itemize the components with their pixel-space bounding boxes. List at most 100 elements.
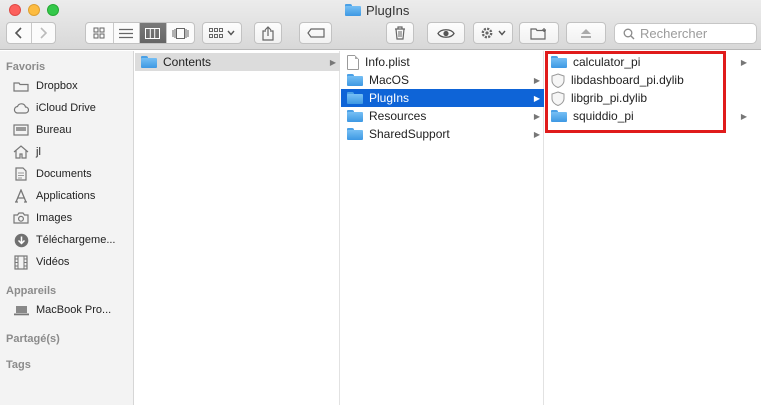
columns-icon: [145, 27, 161, 39]
folder-icon: [345, 4, 361, 16]
move-to-trash-button[interactable]: [386, 22, 414, 44]
new-folder-icon: [530, 27, 546, 40]
list-item-libgrib-pi[interactable]: libgrib_pi.dylib: [545, 89, 751, 107]
home-icon: [12, 144, 30, 160]
list-icon: [119, 28, 134, 38]
list-item-macos[interactable]: MacOS ▶: [341, 71, 544, 89]
eye-icon: [437, 28, 455, 38]
library-shield-icon: [551, 90, 565, 106]
folder-icon: [347, 128, 363, 140]
minimize-window-button[interactable]: [28, 4, 40, 16]
sidebar-item-images[interactable]: Images: [12, 209, 132, 227]
folder-icon: [551, 110, 567, 122]
disclosure-arrow-icon: ▶: [533, 111, 540, 121]
list-item-libdashboard-pi[interactable]: libdashboard_pi.dylib: [545, 71, 751, 89]
folder-icon: [347, 110, 363, 122]
sidebar-item-label: MacBook Pro...: [36, 304, 112, 316]
sidebar-item-videos[interactable]: Vidéos: [12, 253, 132, 271]
cover-flow-button[interactable]: [167, 23, 194, 43]
film-icon: [12, 254, 30, 270]
sidebar-item-label: iCloud Drive: [36, 102, 96, 114]
column-view-button[interactable]: [140, 23, 167, 43]
search-icon: [623, 28, 635, 39]
disclosure-arrow-icon: ▶: [533, 75, 540, 85]
sidebar-section-partages[interactable]: Partagé(s): [6, 333, 60, 345]
browser-column-1: Contents ▶: [135, 51, 340, 405]
sidebar-item-label: jl: [36, 146, 41, 158]
sidebar-item-label: Dropbox: [36, 80, 78, 92]
share-button[interactable]: [254, 22, 282, 44]
desktop-icon: [12, 122, 30, 138]
eject-icon: [581, 28, 591, 38]
list-item-resources[interactable]: Resources ▶: [341, 107, 544, 125]
camera-icon: [12, 210, 30, 226]
sidebar-item-label: Documents: [36, 168, 92, 180]
sidebar-item-bureau[interactable]: Bureau: [12, 121, 132, 139]
browser-column-2: Info.plist MacOS ▶ PlugIns ▶ Resources ▶…: [341, 51, 544, 405]
tag-icon: [306, 28, 325, 38]
sidebar-item-jl[interactable]: jl: [12, 143, 132, 161]
sidebar-item-applications[interactable]: Applications: [12, 187, 132, 205]
browser-column-3: calculator_pi ▶ libdashboard_pi.dylib li…: [545, 51, 761, 405]
sidebar-item-icloud-drive[interactable]: iCloud Drive: [12, 99, 132, 117]
search-field[interactable]: [614, 23, 757, 44]
sidebar-item-macbook-pro[interactable]: MacBook Pro...: [12, 301, 132, 319]
list-item-calculator-pi[interactable]: calculator_pi ▶: [545, 53, 751, 71]
chevron-down-icon: [227, 30, 235, 36]
sidebar-item-label: Bureau: [36, 124, 72, 136]
window-title-label: PlugIns: [366, 2, 410, 18]
list-item-sharedsupport[interactable]: SharedSupport ▶: [341, 125, 544, 143]
disclosure-arrow-icon: ▶: [533, 129, 540, 139]
disclosure-arrow-icon: ▶: [740, 111, 747, 121]
zoom-window-button[interactable]: [47, 4, 59, 16]
cover-flow-icon: [172, 27, 189, 39]
list-item-info-plist[interactable]: Info.plist: [341, 53, 544, 71]
navigation-buttons: [6, 22, 56, 44]
finder-toolbar: PlugIns: [0, 0, 761, 50]
arrange-button[interactable]: [202, 22, 242, 44]
chevron-left-icon: [14, 27, 22, 39]
chevron-right-icon: [40, 27, 48, 39]
folder-icon: [141, 56, 157, 68]
view-mode-control: [85, 22, 195, 44]
new-folder-button[interactable]: [519, 22, 559, 44]
tags-button[interactable]: [299, 22, 332, 44]
dropbox-icon: [12, 78, 30, 94]
list-item-plugins[interactable]: PlugIns ▶: [341, 89, 544, 107]
disclosure-arrow-icon: ▶: [533, 93, 540, 103]
folder-icon: [551, 56, 567, 68]
laptop-icon: [12, 302, 30, 318]
sidebar-section-appareils: Appareils: [6, 285, 57, 297]
sidebar-item-label: Vidéos: [36, 256, 70, 268]
folder-icon: [347, 92, 363, 104]
share-icon: [262, 25, 274, 41]
icon-view-button[interactable]: [86, 23, 114, 43]
list-view-button[interactable]: [114, 23, 141, 43]
documents-icon: [12, 166, 30, 182]
eject-button[interactable]: [566, 22, 606, 44]
quick-look-button[interactable]: [427, 22, 465, 44]
window-title: PlugIns: [345, 2, 409, 18]
sidebar-item-dropbox[interactable]: Dropbox: [12, 77, 132, 95]
action-menu-button[interactable]: [473, 22, 513, 44]
disclosure-arrow-icon: ▶: [329, 57, 336, 67]
disclosure-arrow-icon: ▶: [740, 57, 747, 67]
sidebar-section-favoris: Favoris: [6, 61, 46, 73]
chevron-down-icon: [498, 30, 506, 36]
arrange-grid-icon: [209, 27, 223, 38]
sidebar-item-label: Images: [36, 212, 73, 224]
list-item-squiddio-pi[interactable]: squiddio_pi ▶: [545, 107, 751, 125]
library-shield-icon: [551, 72, 565, 88]
back-button[interactable]: [7, 23, 32, 43]
sidebar-item-telechargements[interactable]: Téléchargeme...: [12, 231, 132, 249]
forward-button[interactable]: [32, 23, 56, 43]
sidebar: Favoris Dropbox iCloud Drive Bureau jl D…: [0, 51, 134, 405]
cloud-icon: [12, 100, 30, 116]
close-window-button[interactable]: [9, 4, 21, 16]
list-item-contents[interactable]: Contents ▶: [135, 53, 340, 71]
sidebar-item-label: Applications: [36, 190, 96, 202]
downloads-icon: [12, 232, 30, 248]
sidebar-section-tags[interactable]: Tags: [6, 359, 31, 371]
search-input[interactable]: [640, 26, 750, 41]
sidebar-item-documents[interactable]: Documents: [12, 165, 132, 183]
